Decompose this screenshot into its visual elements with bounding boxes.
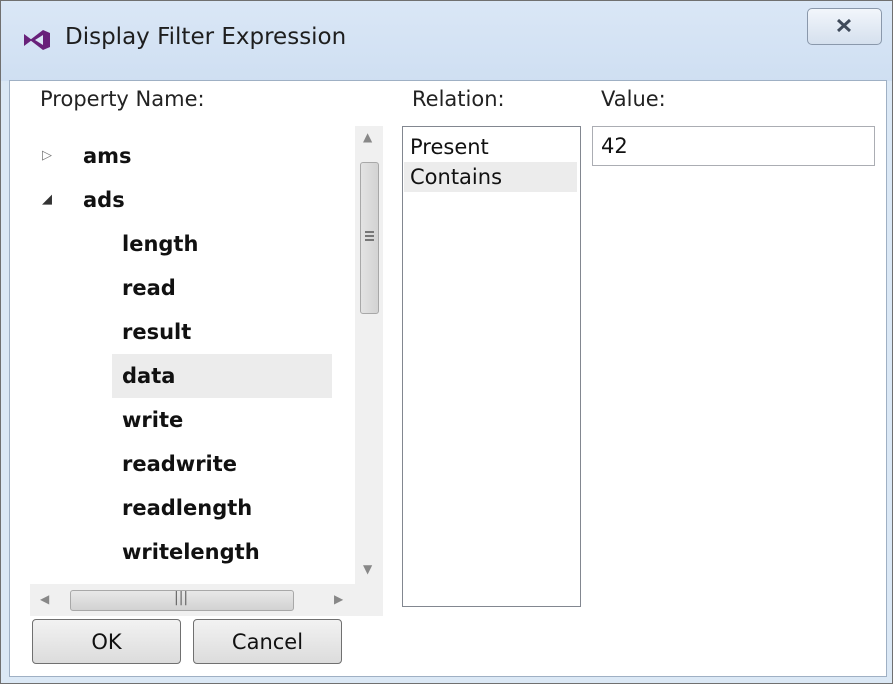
value-label: Value: bbox=[601, 87, 666, 111]
close-icon bbox=[837, 19, 851, 32]
scroll-right-arrow-icon[interactable]: ▶ bbox=[334, 592, 343, 606]
tree-item-length[interactable]: length bbox=[112, 222, 332, 266]
tree-item-data[interactable]: data bbox=[112, 354, 332, 398]
visual-studio-icon bbox=[24, 30, 50, 50]
ok-button[interactable]: OK bbox=[32, 619, 181, 664]
dialog-content: Property Name: Relation: Value: ▷ ams ◢ … bbox=[9, 80, 887, 677]
expand-arrow-icon[interactable]: ▷ bbox=[42, 134, 52, 178]
dialog-window: Display Filter Expression Property Name:… bbox=[0, 0, 893, 684]
tree-item-readwrite[interactable]: readwrite bbox=[112, 442, 332, 486]
tree-item-writelength[interactable]: writelength bbox=[112, 530, 332, 574]
relation-item-present[interactable]: Present bbox=[404, 132, 577, 162]
scroll-up-arrow-icon[interactable]: ▲ bbox=[363, 130, 372, 144]
scroll-left-arrow-icon[interactable]: ◀ bbox=[40, 592, 49, 606]
tree-item-write[interactable]: write bbox=[112, 398, 332, 442]
close-button[interactable] bbox=[807, 8, 882, 45]
scroll-down-arrow-icon[interactable]: ▼ bbox=[363, 562, 372, 576]
scroll-grip-icon: ||| bbox=[174, 590, 189, 606]
scrollbar-corner bbox=[355, 584, 383, 616]
tree-item-read[interactable]: read bbox=[112, 266, 332, 310]
property-name-label: Property Name: bbox=[40, 87, 205, 111]
cancel-button[interactable]: Cancel bbox=[193, 619, 342, 664]
horizontal-scrollbar[interactable]: ◀ ||| ▶ bbox=[30, 584, 355, 616]
window-title: Display Filter Expression bbox=[65, 24, 347, 50]
tree-item-readlength[interactable]: readlength bbox=[112, 486, 332, 530]
property-tree[interactable]: ▷ ams ◢ ads length read result data writ… bbox=[30, 126, 401, 604]
relation-list[interactable]: Present Contains bbox=[402, 126, 581, 607]
tree-item-ams[interactable]: ▷ ams bbox=[42, 134, 332, 178]
title-bar: Display Filter Expression bbox=[1, 1, 892, 81]
vertical-scrollbar[interactable]: ▲ ▼ bbox=[355, 126, 383, 584]
tree-item-ads[interactable]: ◢ ads bbox=[42, 178, 332, 222]
collapse-arrow-icon[interactable]: ◢ bbox=[42, 178, 52, 222]
value-input[interactable] bbox=[592, 126, 875, 166]
vertical-scroll-thumb[interactable] bbox=[360, 162, 379, 314]
relation-label: Relation: bbox=[412, 87, 505, 111]
relation-item-contains[interactable]: Contains bbox=[404, 162, 577, 192]
tree-item-result[interactable]: result bbox=[112, 310, 332, 354]
horizontal-scroll-thumb[interactable]: ||| bbox=[70, 590, 294, 611]
